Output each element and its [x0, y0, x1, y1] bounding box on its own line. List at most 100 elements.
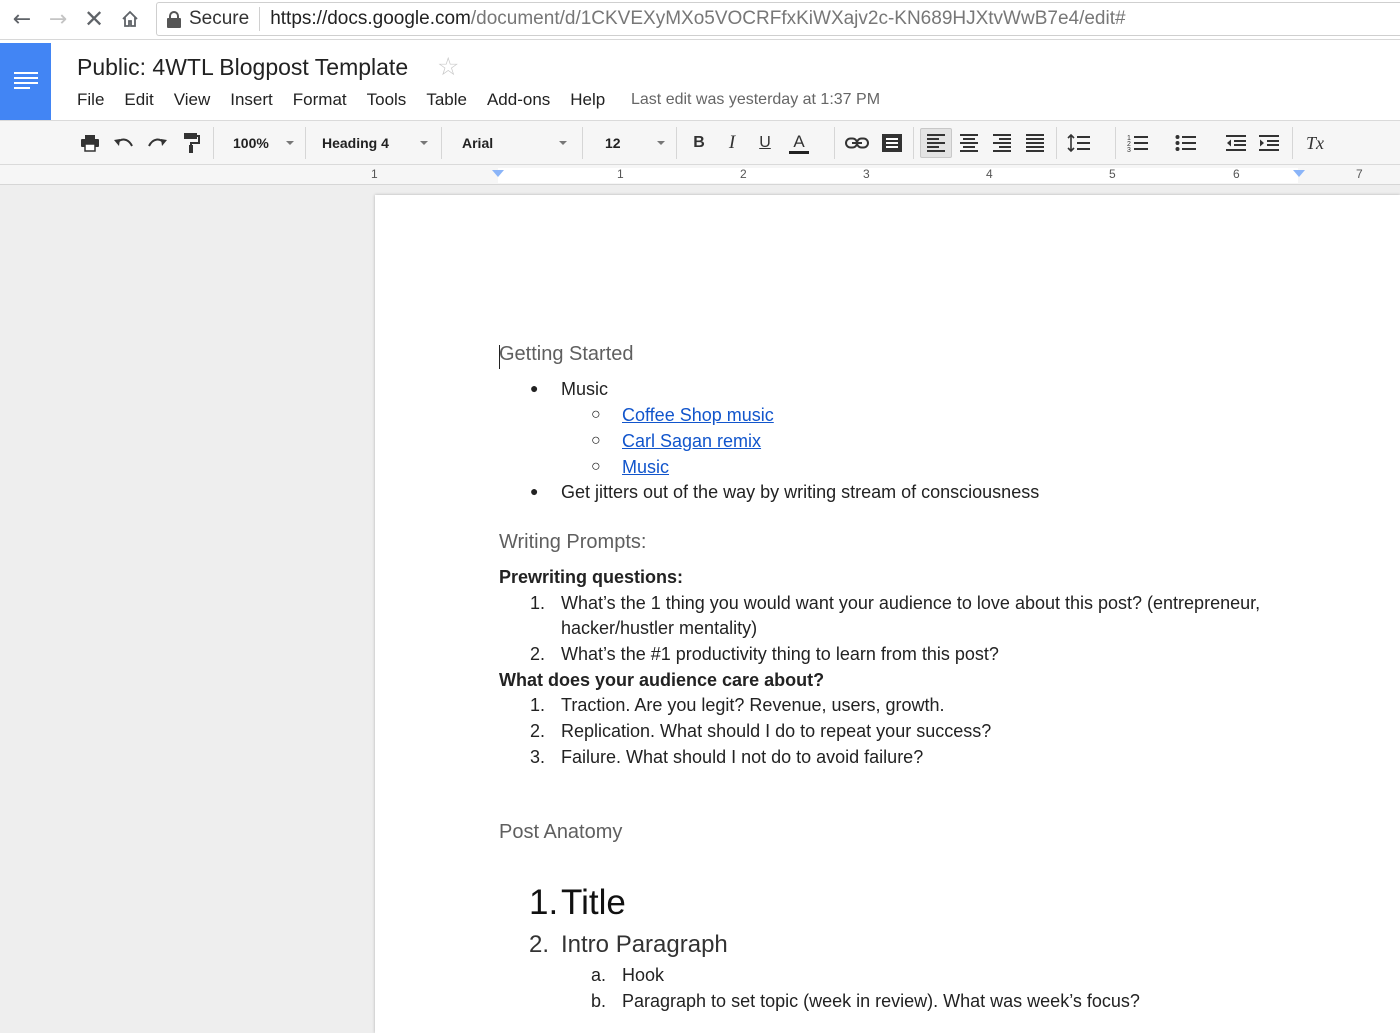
list-number: 1. [530, 695, 546, 715]
paragraph-style-select[interactable]: Heading 4 [314, 128, 428, 158]
menu-bar: File Edit View Insert Format Tools Table… [77, 90, 625, 110]
list-item[interactable]: Replication. What should I do to repeat … [561, 721, 991, 742]
last-edit-status[interactable]: Last edit was yesterday at 1:37 PM [631, 91, 880, 109]
list-item[interactable]: Hook [622, 965, 664, 986]
list-item[interactable]: Traction. Are you legit? Revenue, users,… [561, 695, 945, 716]
clear-formatting-button[interactable]: Tx [1300, 128, 1330, 158]
prewriting-label[interactable]: Prewriting questions: [499, 567, 683, 588]
bulleted-list-icon [1175, 135, 1196, 151]
print-button[interactable] [76, 128, 104, 158]
list-item-continued[interactable]: hacker/hustler mentality) [561, 618, 757, 639]
forward-arrow-icon[interactable]: → [42, 4, 74, 34]
list-item[interactable]: Music [561, 379, 608, 400]
menu-insert[interactable]: Insert [230, 90, 273, 110]
list-item[interactable]: Paragraph to set topic (week in review).… [622, 991, 1140, 1012]
link-carl-sagan-remix[interactable]: Carl Sagan remix [622, 431, 761, 452]
list-item-title[interactable]: Title [561, 883, 626, 923]
menu-add-ons[interactable]: Add-ons [487, 90, 550, 110]
toolbar-divider [213, 127, 214, 159]
paint-format-button[interactable] [177, 128, 205, 158]
formatting-toolbar: 100% Heading 4 Arial 12 B I U A 1 2 3 Tx [0, 120, 1400, 267]
list-number: 2. [530, 644, 546, 664]
redo-button[interactable] [143, 128, 171, 158]
text-color-swatch [789, 150, 809, 154]
italic-button[interactable]: I [719, 128, 745, 158]
menu-view[interactable]: View [174, 90, 211, 110]
menu-help[interactable]: Help [570, 90, 605, 110]
font-size-select[interactable]: 12 [595, 128, 665, 158]
zoom-select[interactable]: 100% [224, 128, 294, 158]
align-right-button[interactable] [988, 128, 1016, 158]
font-value: Arial [462, 135, 494, 151]
link-music[interactable]: Music [622, 457, 669, 478]
numbered-list-icon: 1 2 3 [1127, 135, 1148, 153]
align-justify-icon [1026, 132, 1044, 154]
stop-loading-icon[interactable]: ✕ [78, 4, 110, 34]
align-left-icon [927, 132, 945, 154]
line-spacing-button[interactable] [1064, 128, 1094, 158]
text-color-button[interactable]: A [785, 128, 813, 158]
numbered-list-button[interactable]: 1 2 3 [1124, 128, 1152, 158]
secure-label: Secure [189, 8, 250, 29]
toolbar-divider [834, 127, 835, 159]
document-page[interactable]: Getting Started ● Music ○ Coffee Shop mu… [375, 195, 1400, 1033]
font-select[interactable]: Arial [452, 128, 567, 158]
list-item[interactable]: What’s the 1 thing you would want your a… [561, 593, 1260, 614]
audience-label[interactable]: What does your audience care about? [499, 670, 824, 691]
insert-comment-button[interactable] [878, 128, 906, 158]
decrease-indent-button[interactable] [1222, 128, 1250, 158]
list-item-intro-paragraph[interactable]: Intro Paragraph [561, 931, 728, 959]
increase-indent-icon [1259, 135, 1279, 151]
align-center-button[interactable] [955, 128, 983, 158]
paragraph-style-value: Heading 4 [322, 135, 389, 151]
ruler-label: 5 [1109, 167, 1116, 181]
menu-table[interactable]: Table [426, 90, 467, 110]
list-item[interactable]: Failure. What should I not do to avoid f… [561, 747, 923, 768]
address-bar[interactable]: Secure https://docs.google.com/document/… [156, 2, 1400, 36]
menu-edit[interactable]: Edit [124, 90, 153, 110]
bold-button[interactable]: B [686, 128, 712, 158]
align-justify-button[interactable] [1021, 128, 1049, 158]
heading-getting-started[interactable]: Getting Started [499, 343, 634, 366]
right-indent-marker-icon[interactable] [1293, 170, 1305, 177]
heading-post-anatomy[interactable]: Post Anatomy [499, 821, 622, 844]
paint-format-icon [184, 133, 200, 153]
increase-indent-button[interactable] [1255, 128, 1283, 158]
list-letter: a. [591, 965, 607, 985]
ruler-label: 7 [1356, 167, 1363, 181]
ruler-label: 1 [371, 167, 378, 181]
browser-toolbar: ← → ✕ Secure https://docs.google.com/doc… [0, 0, 1400, 40]
bullet-marker: ● [530, 483, 539, 499]
insert-link-button[interactable] [843, 128, 871, 158]
home-icon-graphic [122, 10, 138, 27]
list-letter: b. [591, 991, 607, 1011]
bullet-marker: ○ [591, 432, 601, 449]
star-icon[interactable]: ☆ [437, 52, 459, 81]
toolbar-divider [1056, 127, 1057, 159]
url-host: https://docs.google.com [270, 8, 471, 29]
list-item[interactable]: Get jitters out of the way by writing st… [561, 482, 1039, 503]
left-indent-marker-icon[interactable] [492, 170, 504, 177]
list-number: 3. [530, 747, 546, 767]
align-left-button[interactable] [920, 128, 952, 158]
underline-button[interactable]: U [752, 128, 778, 158]
undo-icon [114, 138, 133, 147]
heading-writing-prompts[interactable]: Writing Prompts: [499, 531, 646, 554]
home-icon[interactable] [114, 4, 146, 34]
document-title[interactable]: Public: 4WTL Blogpost Template [77, 54, 408, 81]
undo-button[interactable] [110, 128, 138, 158]
toolbar-divider [582, 127, 583, 159]
list-item[interactable]: What’s the #1 productivity thing to lear… [561, 644, 999, 665]
docs-home-logo-icon[interactable] [0, 43, 51, 120]
bullet-marker: ○ [591, 406, 601, 423]
link-coffee-shop-music[interactable]: Coffee Shop music [622, 405, 774, 426]
bulleted-list-button[interactable] [1172, 128, 1200, 158]
menu-file[interactable]: File [77, 90, 104, 110]
ruler-label: 1 [617, 167, 624, 181]
menu-tools[interactable]: Tools [367, 90, 407, 110]
chevron-down-icon [559, 141, 567, 145]
bullet-marker: ● [530, 380, 539, 396]
back-arrow-icon[interactable]: ← [6, 4, 38, 34]
link-icon [845, 137, 869, 149]
menu-format[interactable]: Format [293, 90, 347, 110]
